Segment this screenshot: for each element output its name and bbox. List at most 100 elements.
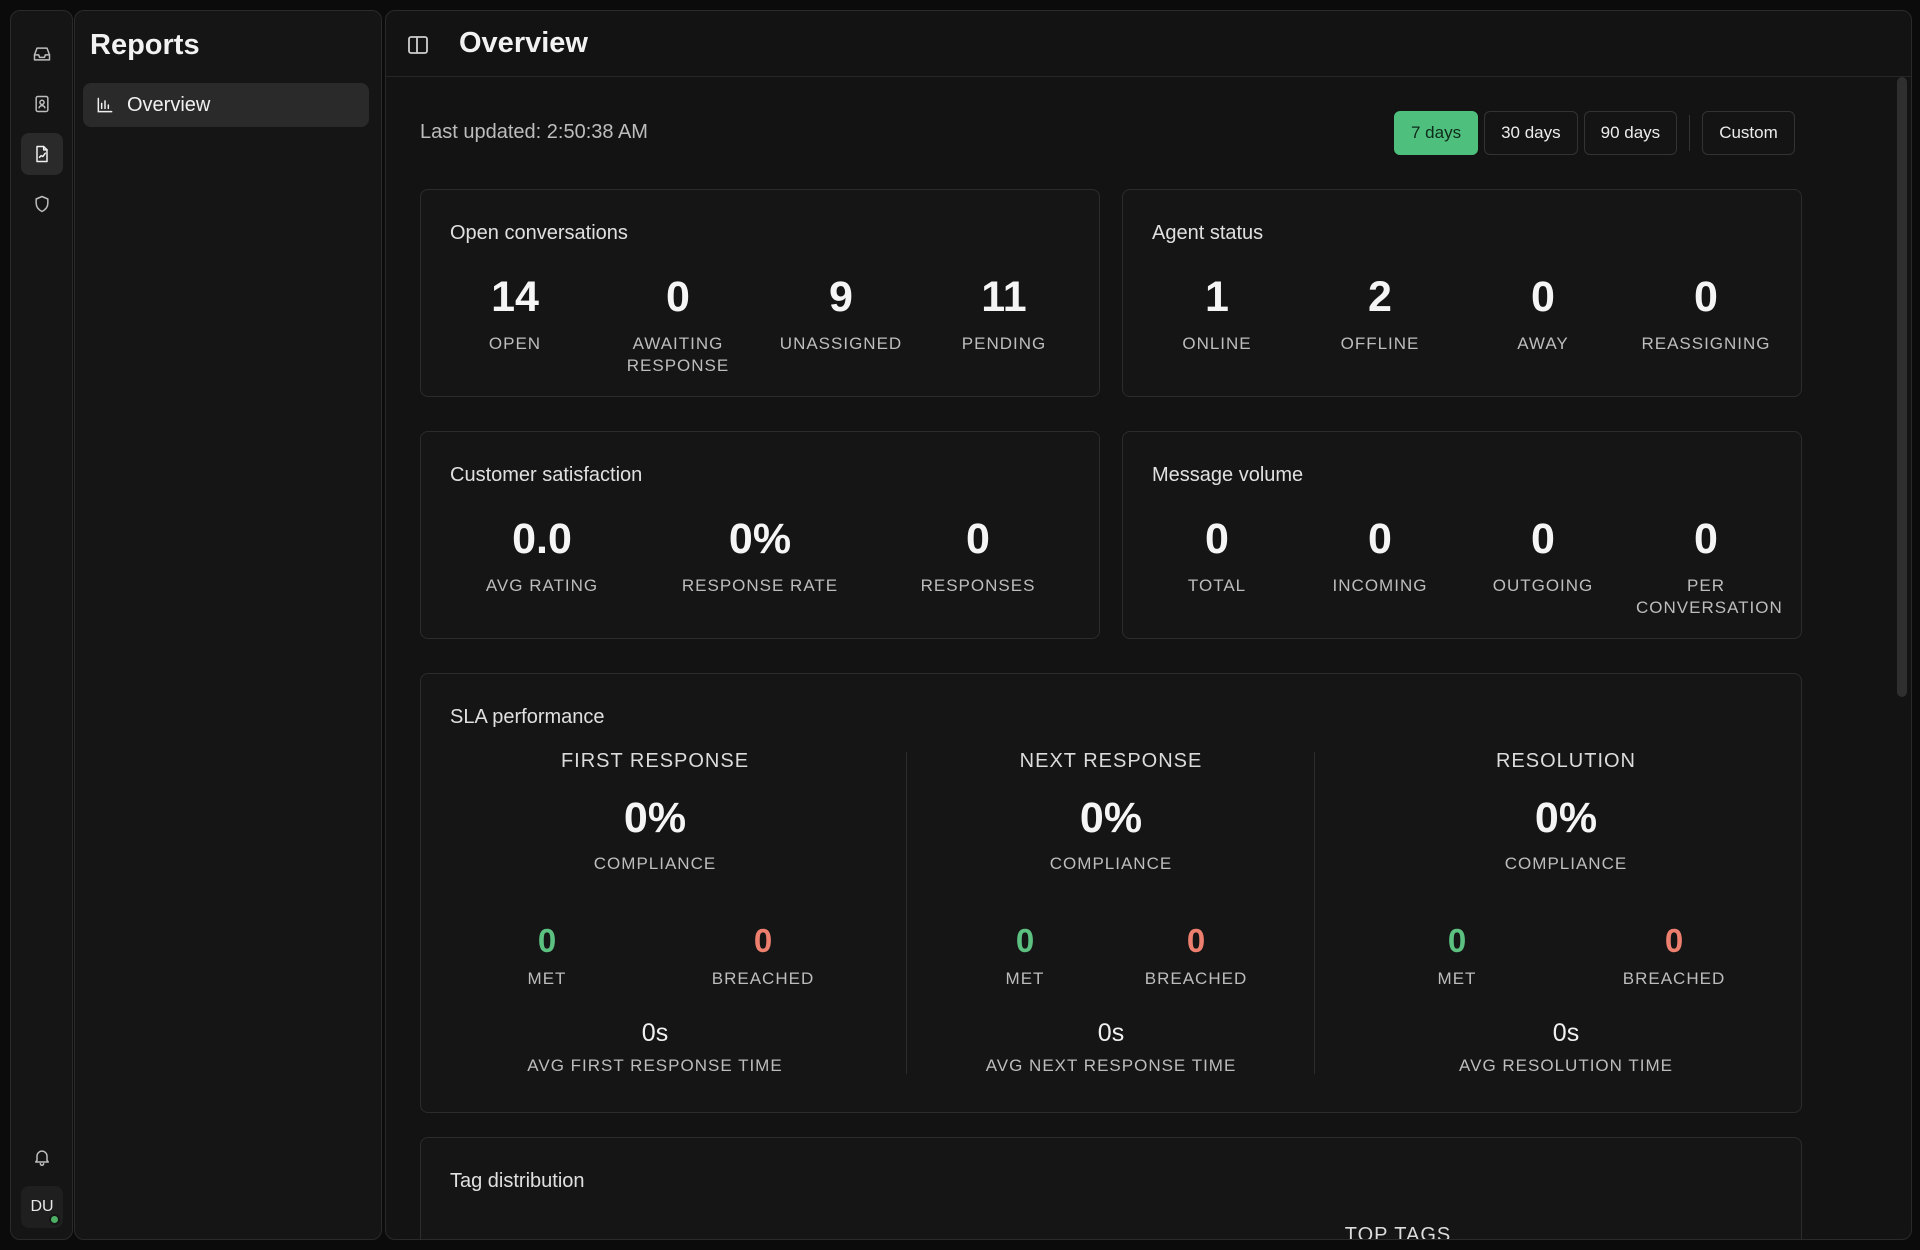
sla-compliance-label: COMPLIANCE — [593, 854, 717, 873]
sla-met-label: MET — [1005, 969, 1045, 988]
top-tags-heading: TOP TAGS — [1344, 1224, 1452, 1240]
avatar[interactable]: DU — [21, 1186, 63, 1228]
range-custom-button[interactable]: Custom — [1702, 111, 1795, 155]
sla-breached-label: BREACHED — [711, 969, 815, 988]
stat-unassigned: 9 UNASSIGNED — [780, 276, 902, 355]
sla-heading: RESOLUTION — [1495, 750, 1637, 772]
stat-away: 0 AWAY — [1517, 276, 1569, 355]
sla-met-value: 0 — [537, 922, 557, 959]
stat-response-rate: 0% RESPONSE RATE — [682, 518, 838, 597]
reports-icon[interactable] — [21, 133, 63, 175]
sidebar-item-overview[interactable]: Overview — [83, 83, 369, 127]
sla-breached: 0 BREACHED — [1145, 924, 1247, 989]
bar-chart-icon — [97, 97, 113, 113]
range-divider — [1689, 115, 1691, 151]
stat-value: 0 — [966, 515, 990, 563]
sla-heading: NEXT RESPONSE — [1019, 750, 1203, 772]
contacts-icon[interactable] — [21, 83, 63, 125]
stat-pending: 11 PENDING — [962, 276, 1046, 355]
stat-outgoing: 0 OUTGOING — [1493, 518, 1594, 597]
stat-label: REASSIGNING — [1641, 334, 1771, 353]
main-panel: Overview Last updated: 2:50:38 AM 7 days… — [385, 10, 1912, 1240]
topbar: Overview — [386, 11, 1911, 77]
card-title: Agent status — [1152, 222, 1264, 244]
sla-breached-label: BREACHED — [1622, 969, 1726, 988]
stat-value: 0 — [1694, 273, 1718, 321]
stat-value: 0 — [1368, 515, 1392, 563]
card-title: Open conversations — [450, 222, 628, 244]
sla-breached-value: 0 — [753, 922, 773, 959]
stat-value: 0 — [666, 273, 690, 321]
stat-per-conversation: 0 PER CONVERSATION — [1636, 515, 1782, 619]
sla-compliance-value: 0% — [623, 794, 687, 842]
sla-breached-label: BREACHED — [1144, 969, 1248, 988]
sla-breached: 0 BREACHED — [712, 924, 814, 989]
stat-label: RESPONSES — [920, 576, 1036, 595]
range-30-days-button[interactable]: 30 days — [1484, 111, 1578, 155]
stat-online: 1 ONLINE — [1182, 276, 1251, 355]
sla-next-response: NEXT RESPONSE 0% COMPLIANCE — [921, 750, 1301, 874]
sla-breached-value: 0 — [1186, 922, 1206, 959]
sla-met: 0 MET — [1438, 924, 1477, 989]
reports-sidebar: Reports Overview — [74, 10, 382, 1240]
sla-divider — [906, 752, 907, 1074]
stat-label: ONLINE — [1182, 334, 1252, 353]
sla-first-response: FIRST RESPONSE 0% COMPLIANCE — [465, 750, 845, 874]
sla-met-label: MET — [527, 969, 567, 988]
stat-value: 11 — [981, 273, 1027, 321]
stat-value: 0 — [1205, 515, 1229, 563]
card-title: Tag distribution — [450, 1170, 585, 1192]
stat-label: RESPONSE RATE — [681, 576, 839, 595]
stat-offline: 2 OFFLINE — [1341, 276, 1420, 355]
inbox-icon[interactable] — [21, 33, 63, 75]
sla-avg-time-value: 0s — [641, 1019, 669, 1047]
stat-label: AWAITING RESPONSE — [626, 334, 730, 375]
stat-total: 0 TOTAL — [1188, 518, 1246, 597]
sla-avg-time-label: AVG NEXT RESPONSE TIME — [985, 1056, 1237, 1075]
card-title: SLA performance — [450, 706, 605, 728]
avatar-initials: DU — [30, 1198, 54, 1215]
sla-met: 0 MET — [1006, 924, 1045, 989]
customer-satisfaction-card: Customer satisfaction 0.0 AVG RATING 0% … — [420, 431, 1100, 639]
agent-status-card: Agent status 1 ONLINE 2 OFFLINE 0 AWAY 0… — [1122, 189, 1802, 397]
open-conversations-card: Open conversations 14 OPEN 0 AWAITING RE… — [420, 189, 1100, 397]
panel-toggle-icon[interactable] — [406, 33, 430, 57]
stat-value: 2 — [1368, 273, 1392, 321]
icon-rail: DU — [10, 10, 73, 1240]
sla-breached-value: 0 — [1664, 922, 1684, 959]
sla-resolution: RESOLUTION 0% COMPLIANCE — [1376, 750, 1756, 874]
tag-distribution-card: Tag distribution TOP TAGS — [420, 1137, 1802, 1240]
stat-value: 9 — [829, 273, 853, 321]
stat-value: 0 — [1531, 273, 1555, 321]
stat-value: 0.0 — [512, 515, 572, 563]
sla-compliance-value: 0% — [1079, 794, 1143, 842]
range-7-days-button[interactable]: 7 days — [1394, 111, 1479, 155]
stat-label: TOTAL — [1187, 576, 1247, 595]
range-90-days-button[interactable]: 90 days — [1583, 111, 1678, 155]
sla-compliance-label: COMPLIANCE — [1049, 854, 1173, 873]
scrollbar[interactable] — [1897, 77, 1907, 697]
stat-label: OPEN — [488, 334, 542, 353]
stat-awaiting-response: 0 AWAITING RESPONSE — [613, 276, 743, 377]
sla-breached: 0 BREACHED — [1623, 924, 1725, 989]
stat-value: 0 — [1694, 515, 1718, 563]
sidebar-item-label: Overview — [127, 93, 211, 116]
last-updated-text: Last updated: 2:50:38 AM — [420, 121, 648, 143]
sla-performance-card: SLA performance FIRST RESPONSE 0% COMPLI… — [420, 673, 1802, 1113]
stat-incoming: 0 INCOMING — [1333, 518, 1428, 597]
sidebar-title: Reports — [90, 29, 200, 61]
sla-heading: FIRST RESPONSE — [560, 750, 750, 772]
stat-label: INCOMING — [1332, 576, 1428, 595]
stat-responses: 0 RESPONSES — [921, 518, 1036, 597]
sla-met-value: 0 — [1447, 922, 1467, 959]
sla-avg-time-label: AVG RESOLUTION TIME — [1459, 1056, 1673, 1075]
online-status-dot — [49, 1214, 60, 1225]
date-range-selector: 7 days 30 days 90 days Custom — [1394, 111, 1795, 155]
sla-met-label: MET — [1437, 969, 1477, 988]
bell-icon[interactable] — [21, 1136, 63, 1178]
stat-open: 14 OPEN — [489, 276, 541, 355]
sla-compliance-value: 0% — [1534, 794, 1598, 842]
sla-avg-time: 0s AVG RESOLUTION TIME — [1376, 1019, 1756, 1076]
shield-icon[interactable] — [21, 183, 63, 225]
stat-avg-rating: 0.0 AVG RATING — [486, 518, 598, 597]
